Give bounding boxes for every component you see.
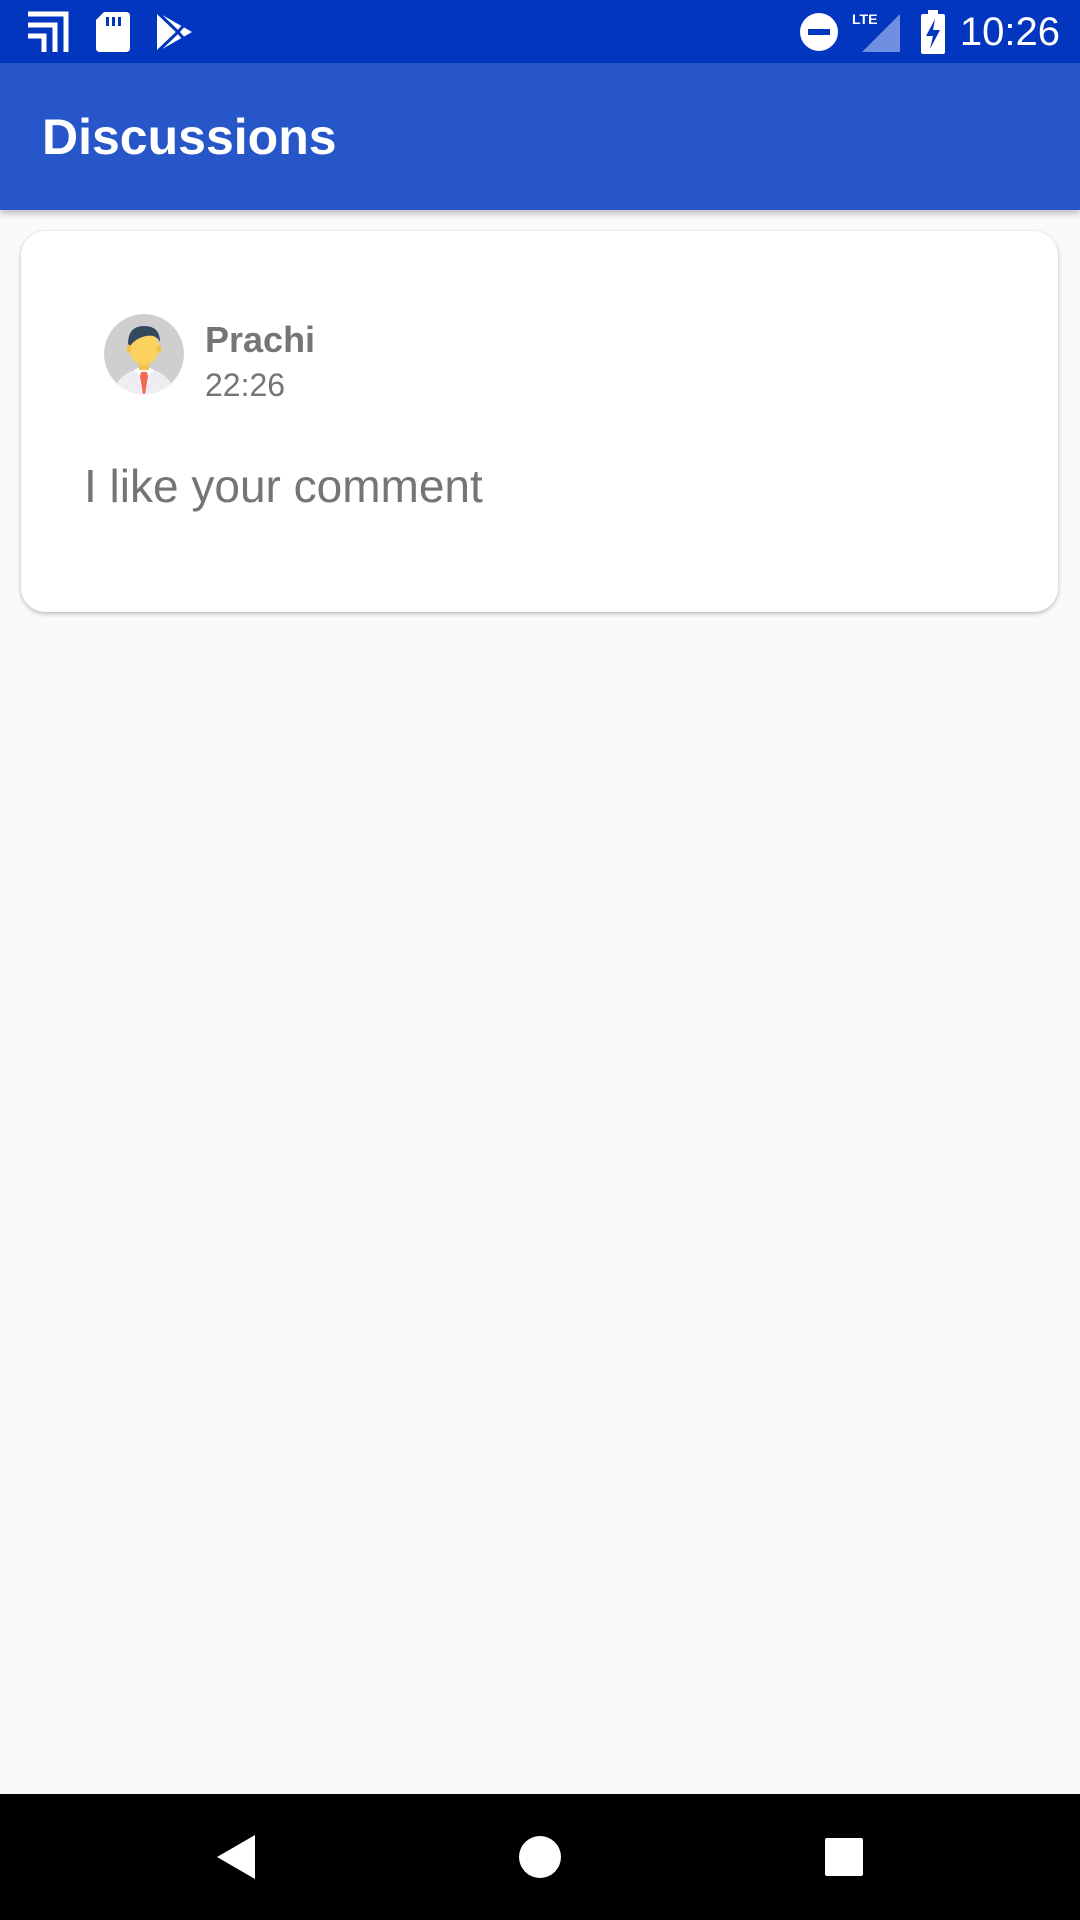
lte-signal-icon: LTE [852,10,900,54]
recents-icon[interactable] [811,1824,877,1890]
cast-icon [26,10,70,54]
do-not-disturb-icon [797,10,841,54]
status-time: 10:26 [959,10,1060,54]
discussion-list: Prachi 22:26 I like your comment [0,210,1080,1794]
app-bar: Discussions [0,63,1080,210]
sd-card-icon [92,10,136,54]
status-bar: LTE 10:26 [0,0,1080,63]
play-store-icon [152,10,196,54]
home-icon[interactable] [507,1824,573,1890]
page-title: Discussions [42,109,337,165]
post-time: 22:26 [205,367,286,403]
navigation-bar [0,1794,1080,1920]
comment-text: I like your comment [84,460,483,512]
user-avatar-icon[interactable] [104,314,184,394]
lte-label: LTE [852,11,877,27]
back-icon[interactable] [204,1824,270,1890]
battery-charging-icon [918,10,948,54]
discussion-card[interactable]: Prachi 22:26 I like your comment [21,231,1058,612]
author-name: Prachi [205,319,316,360]
